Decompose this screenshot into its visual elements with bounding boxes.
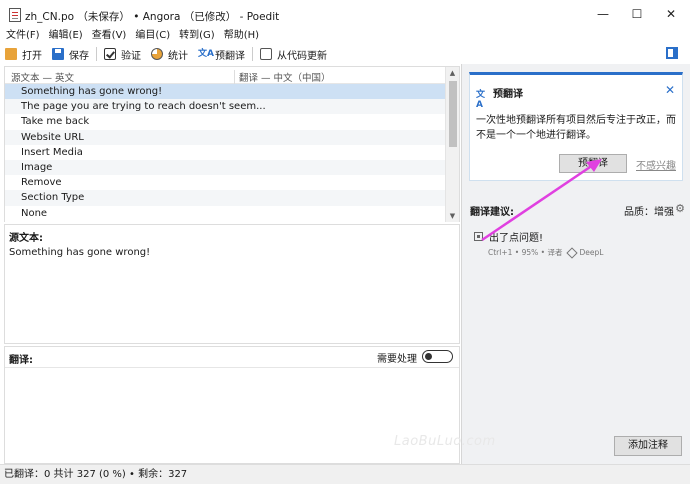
list-item[interactable]: Section Type	[5, 190, 447, 206]
toolbar-divider	[96, 47, 97, 61]
translation-pane: 翻译: 需要处理	[4, 346, 460, 464]
update-from-code-button[interactable]: 从代码更新	[255, 44, 332, 64]
card-body: 一次性地预翻译所有项目然后专注于改正，而不是一个一个地进行翻译。	[476, 115, 676, 141]
deepl-icon	[566, 246, 579, 259]
list-item[interactable]: Take me back	[5, 114, 447, 129]
column-source[interactable]: 源文本 — 英文	[11, 70, 74, 84]
add-comment-button[interactable]: 添加注释	[614, 436, 682, 456]
list-item[interactable]: Remove	[5, 175, 447, 190]
save-icon	[52, 48, 64, 60]
validate-label: 验证	[121, 50, 141, 62]
open-button[interactable]: 打开	[0, 44, 47, 64]
pretranslate-button[interactable]: 文A 预翻译	[193, 44, 250, 64]
menu-help[interactable]: 帮助(H)	[218, 28, 262, 44]
close-icon[interactable]: ✕	[665, 83, 675, 97]
card-title: 预翻译	[493, 89, 523, 100]
needs-work-toggle[interactable]	[422, 350, 453, 363]
column-translation[interactable]: 翻译 — 中文（中国）	[234, 70, 331, 84]
scroll-thumb[interactable]	[449, 81, 457, 147]
list-item[interactable]: Website URL	[5, 129, 447, 145]
translation-input[interactable]	[5, 368, 459, 463]
statistics-button[interactable]: 统计	[146, 44, 193, 64]
source-text-pane: 源文本: Something has gone wrong!	[4, 224, 460, 344]
maximize-button[interactable]: ☐	[620, 0, 654, 28]
gear-icon[interactable]: ⚙	[675, 202, 685, 215]
provider-label: DeepL	[579, 248, 604, 257]
suggestion-item[interactable]: 出了点问题!	[474, 229, 543, 244]
list-rows: Something has gone wrong! The page you a…	[5, 84, 447, 221]
not-interested-link[interactable]: 不感兴趣	[636, 157, 676, 172]
folder-icon	[5, 48, 17, 60]
menu-file[interactable]: 文件(F)	[0, 28, 43, 44]
list-item[interactable]: Image	[5, 159, 447, 176]
list-header: 源文本 — 英文 翻译 — 中文（中国）	[5, 67, 459, 84]
list-item[interactable]: Something has gone wrong!	[5, 84, 447, 100]
close-window-button[interactable]: ✕	[654, 0, 688, 28]
statistics-label: 统计	[168, 50, 188, 62]
translation-list: 源文本 — 英文 翻译 — 中文（中国） Something has gone …	[4, 66, 460, 222]
source-text-value: Something has gone wrong!	[9, 247, 151, 258]
pie-chart-icon	[151, 48, 163, 60]
list-item[interactable]: Insert Media	[5, 145, 447, 160]
title-bar: zh_CN.po （未保存） • Angora （已修改） - Poedit —…	[0, 0, 690, 28]
scroll-down-icon[interactable]: ▼	[446, 210, 459, 222]
menu-go[interactable]: 转到(G)	[173, 28, 218, 44]
suggestions-header: 翻译建议:	[470, 207, 514, 218]
suggestion-icon	[474, 232, 483, 241]
poedit-app-icon	[9, 8, 21, 22]
update-from-code-label: 从代码更新	[277, 50, 327, 62]
checkbox-icon	[104, 48, 116, 60]
card-header: 文A 预翻译	[476, 85, 523, 110]
pretranslate-card-button[interactable]: 预翻译	[559, 154, 627, 173]
sidebar-toggle-icon[interactable]	[666, 47, 678, 59]
minimize-button[interactable]: —	[586, 0, 620, 28]
watermark: LaoBuLuo.com	[394, 434, 496, 449]
poedit-window: zh_CN.po （未保存） • Angora （已修改） - Poedit —…	[0, 0, 690, 484]
status-bar: 已翻译：0 共计 327 (0 %) • 剩余：327	[0, 464, 690, 484]
list-scrollbar[interactable]: ▲ ▼	[445, 67, 459, 222]
validate-button[interactable]: 验证	[99, 44, 146, 64]
save-button[interactable]: 保存	[47, 44, 94, 64]
translate-icon: 文A	[476, 89, 486, 110]
sync-icon	[260, 48, 272, 60]
needs-work-label: 需要处理	[377, 354, 417, 365]
pretranslate-card: 文A 预翻译 ✕ 一次性地预翻译所有项目然后专注于改正，而不是一个一个地进行翻译…	[469, 72, 683, 181]
menu-edit[interactable]: 编辑(E)	[43, 28, 86, 44]
translate-icon: 文A	[198, 49, 214, 59]
list-item[interactable]: The page you are trying to reach doesn't…	[5, 99, 447, 115]
quality-label: 品质：增强	[624, 207, 674, 218]
scroll-up-icon[interactable]: ▲	[446, 67, 459, 79]
source-text-header: 源文本:	[9, 233, 43, 244]
suggestion-text: 出了点问题!	[489, 233, 544, 244]
open-label: 打开	[22, 50, 42, 62]
menu-bar: 文件(F) 编辑(E) 查看(V) 编目(C) 转到(G) 帮助(H)	[0, 28, 690, 44]
window-title: zh_CN.po （未保存） • Angora （已修改） - Poedit	[25, 11, 280, 23]
menu-catalog[interactable]: 编目(C)	[129, 28, 173, 44]
pretranslate-label: 预翻译	[215, 50, 245, 62]
menu-view[interactable]: 查看(V)	[86, 28, 130, 44]
list-item[interactable]: None	[5, 206, 447, 221]
save-label: 保存	[69, 50, 89, 62]
toolbar: 打开 保存 验证 统计 文A 预翻译 从代码更新	[0, 44, 690, 64]
toolbar-divider	[252, 47, 253, 61]
suggestion-meta: Ctrl+1 • 95% • 译者 DeepL	[488, 246, 604, 259]
sidebar: 文A 预翻译 ✕ 一次性地预翻译所有项目然后专注于改正，而不是一个一个地进行翻译…	[461, 64, 690, 464]
suggestion-meta-text: Ctrl+1 • 95% • 译者	[488, 248, 563, 257]
translation-header: 翻译:	[9, 355, 33, 366]
